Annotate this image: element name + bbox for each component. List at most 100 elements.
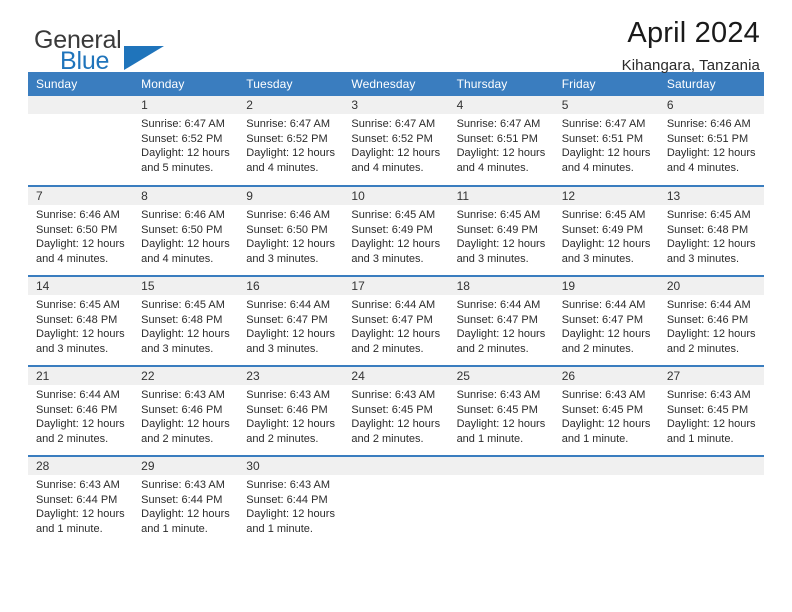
daylight-text-line1: Daylight: 12 hours [351, 328, 441, 341]
day-cell[interactable]: 6 Sunrise: 6:46 AM Sunset: 6:51 PM Dayli… [658, 96, 764, 186]
day-cell[interactable] [553, 456, 659, 546]
day-cell[interactable]: 1 Sunrise: 6:47 AM Sunset: 6:52 PM Dayli… [133, 96, 239, 186]
sunset-text: Sunset: 6:45 PM [561, 403, 644, 416]
sunset-text: Sunset: 6:51 PM [666, 132, 749, 145]
daylight-text-line1: Daylight: 12 hours [456, 328, 546, 341]
day-cell[interactable]: 19 Sunrise: 6:44 AM Sunset: 6:47 PM Dayl… [553, 276, 659, 366]
day-cell[interactable] [343, 456, 449, 546]
day-details: Sunrise: 6:43 AM Sunset: 6:46 PM Dayligh… [238, 385, 343, 446]
day-cell[interactable]: 20 Sunrise: 6:44 AM Sunset: 6:46 PM Dayl… [658, 276, 764, 366]
day-cell[interactable] [658, 456, 764, 546]
daylight-text-line2: and 3 minutes. [666, 252, 739, 265]
day-cell[interactable]: 2 Sunrise: 6:47 AM Sunset: 6:52 PM Dayli… [238, 96, 344, 186]
calendar-body: 1 Sunrise: 6:47 AM Sunset: 6:52 PM Dayli… [28, 96, 764, 546]
day-cell[interactable]: 10 Sunrise: 6:45 AM Sunset: 6:49 PM Dayl… [343, 186, 449, 276]
day-details: Sunrise: 6:47 AM Sunset: 6:51 PM Dayligh… [449, 114, 554, 175]
sunset-text: Sunset: 6:48 PM [666, 223, 749, 236]
sunrise-text: Sunrise: 6:43 AM [141, 389, 225, 401]
day-cell[interactable] [448, 456, 554, 546]
sunrise-text: Sunrise: 6:45 AM [666, 209, 751, 221]
day-cell[interactable]: 16 Sunrise: 6:44 AM Sunset: 6:47 PM Dayl… [238, 276, 344, 366]
sunrise-text: Sunrise: 6:43 AM [561, 389, 646, 401]
day-details: Sunrise: 6:44 AM Sunset: 6:46 PM Dayligh… [659, 295, 764, 356]
daylight-text-line1: Daylight: 12 hours [141, 147, 230, 160]
day-cell[interactable] [28, 96, 134, 186]
day-details: Sunrise: 6:43 AM Sunset: 6:44 PM Dayligh… [133, 475, 238, 536]
sunset-text: Sunset: 6:50 PM [246, 223, 328, 236]
sunrise-text: Sunrise: 6:46 AM [246, 209, 331, 221]
sunrise-text: Sunrise: 6:44 AM [351, 299, 436, 311]
day-cell[interactable]: 22 Sunrise: 6:43 AM Sunset: 6:46 PM Dayl… [133, 366, 239, 456]
day-cell[interactable]: 11 Sunrise: 6:45 AM Sunset: 6:49 PM Dayl… [448, 186, 554, 276]
day-number: 19 [553, 277, 659, 295]
day-details: Sunrise: 6:43 AM Sunset: 6:45 PM Dayligh… [449, 385, 554, 446]
day-cell[interactable]: 13 Sunrise: 6:45 AM Sunset: 6:48 PM Dayl… [658, 186, 764, 276]
calendar-table: Sunday Monday Tuesday Wednesday Thursday… [28, 72, 764, 546]
sunset-text: Sunset: 6:52 PM [246, 132, 328, 145]
daylight-text-line2: and 3 minutes. [246, 342, 319, 355]
day-cell[interactable]: 23 Sunrise: 6:43 AM Sunset: 6:46 PM Dayl… [238, 366, 344, 456]
day-number: 22 [133, 367, 239, 385]
day-details: Sunrise: 6:45 AM Sunset: 6:49 PM Dayligh… [449, 205, 554, 266]
weekday-header-saturday: Saturday [658, 72, 764, 96]
day-cell[interactable]: 9 Sunrise: 6:46 AM Sunset: 6:50 PM Dayli… [238, 186, 344, 276]
day-cell[interactable]: 8 Sunrise: 6:46 AM Sunset: 6:50 PM Dayli… [133, 186, 239, 276]
day-cell[interactable]: 12 Sunrise: 6:45 AM Sunset: 6:49 PM Dayl… [553, 186, 659, 276]
day-cell[interactable]: 7 Sunrise: 6:46 AM Sunset: 6:50 PM Dayli… [28, 186, 134, 276]
daylight-text-line2: and 3 minutes. [141, 342, 214, 355]
day-cell[interactable]: 30 Sunrise: 6:43 AM Sunset: 6:44 PM Dayl… [238, 456, 344, 546]
daylight-text-line1: Daylight: 12 hours [666, 328, 756, 341]
day-cell[interactable]: 3 Sunrise: 6:47 AM Sunset: 6:52 PM Dayli… [343, 96, 449, 186]
day-number: 10 [343, 187, 449, 205]
week-row: 28 Sunrise: 6:43 AM Sunset: 6:44 PM Dayl… [28, 456, 764, 546]
week-row: 1 Sunrise: 6:47 AM Sunset: 6:52 PM Dayli… [28, 96, 764, 186]
day-details: Sunrise: 6:44 AM Sunset: 6:47 PM Dayligh… [238, 295, 343, 356]
day-number: 12 [553, 187, 659, 205]
day-details: Sunrise: 6:47 AM Sunset: 6:52 PM Dayligh… [238, 114, 343, 175]
sunrise-text: Sunrise: 6:45 AM [561, 209, 646, 221]
day-cell[interactable]: 28 Sunrise: 6:43 AM Sunset: 6:44 PM Dayl… [28, 456, 134, 546]
weekday-header-thursday: Thursday [448, 72, 554, 96]
daylight-text-line2: and 4 minutes. [246, 161, 319, 174]
day-number: 5 [553, 96, 659, 114]
daylight-text-line2: and 2 minutes. [561, 342, 634, 355]
week-row: 7 Sunrise: 6:46 AM Sunset: 6:50 PM Dayli… [28, 186, 764, 276]
daylight-text-line2: and 2 minutes. [36, 432, 109, 445]
day-details: Sunrise: 6:45 AM Sunset: 6:48 PM Dayligh… [659, 205, 764, 266]
sunset-text: Sunset: 6:47 PM [246, 313, 328, 326]
day-cell[interactable]: 26 Sunrise: 6:43 AM Sunset: 6:45 PM Dayl… [553, 366, 659, 456]
day-number: 7 [28, 187, 134, 205]
day-cell[interactable]: 18 Sunrise: 6:44 AM Sunset: 6:47 PM Dayl… [448, 276, 554, 366]
daylight-text-line2: and 3 minutes. [36, 342, 109, 355]
daylight-text-line2: and 1 minute. [666, 432, 734, 445]
day-details: Sunrise: 6:46 AM Sunset: 6:51 PM Dayligh… [659, 114, 764, 175]
day-cell[interactable]: 27 Sunrise: 6:43 AM Sunset: 6:45 PM Dayl… [658, 366, 764, 456]
day-number: 30 [238, 457, 344, 475]
day-cell[interactable]: 24 Sunrise: 6:43 AM Sunset: 6:45 PM Dayl… [343, 366, 449, 456]
daylight-text-line2: and 2 minutes. [141, 432, 214, 445]
day-cell[interactable]: 5 Sunrise: 6:47 AM Sunset: 6:51 PM Dayli… [553, 96, 659, 186]
day-cell[interactable]: 14 Sunrise: 6:45 AM Sunset: 6:48 PM Dayl… [28, 276, 134, 366]
sunset-text: Sunset: 6:50 PM [36, 223, 118, 236]
triangle-logo-icon [124, 46, 164, 70]
daylight-text-line1: Daylight: 12 hours [666, 238, 756, 251]
day-cell[interactable]: 29 Sunrise: 6:43 AM Sunset: 6:44 PM Dayl… [133, 456, 239, 546]
daylight-text-line1: Daylight: 12 hours [456, 238, 546, 251]
day-details: Sunrise: 6:43 AM Sunset: 6:44 PM Dayligh… [238, 475, 343, 536]
sunrise-text: Sunrise: 6:43 AM [666, 389, 751, 401]
daylight-text-line2: and 2 minutes. [456, 342, 529, 355]
brand-logo: General Blue [34, 28, 164, 74]
day-cell[interactable]: 21 Sunrise: 6:44 AM Sunset: 6:46 PM Dayl… [28, 366, 134, 456]
daylight-text-line1: Daylight: 12 hours [36, 238, 125, 251]
day-number: 23 [238, 367, 344, 385]
weekday-header-friday: Friday [553, 72, 659, 96]
sunset-text: Sunset: 6:46 PM [141, 403, 223, 416]
sunset-text: Sunset: 6:49 PM [351, 223, 433, 236]
day-details: Sunrise: 6:43 AM Sunset: 6:45 PM Dayligh… [554, 385, 659, 446]
day-number: 20 [658, 277, 764, 295]
day-cell[interactable]: 25 Sunrise: 6:43 AM Sunset: 6:45 PM Dayl… [448, 366, 554, 456]
day-cell[interactable]: 17 Sunrise: 6:44 AM Sunset: 6:47 PM Dayl… [343, 276, 449, 366]
daylight-text-line2: and 4 minutes. [141, 252, 214, 265]
day-cell[interactable]: 4 Sunrise: 6:47 AM Sunset: 6:51 PM Dayli… [448, 96, 554, 186]
day-cell[interactable]: 15 Sunrise: 6:45 AM Sunset: 6:48 PM Dayl… [133, 276, 239, 366]
